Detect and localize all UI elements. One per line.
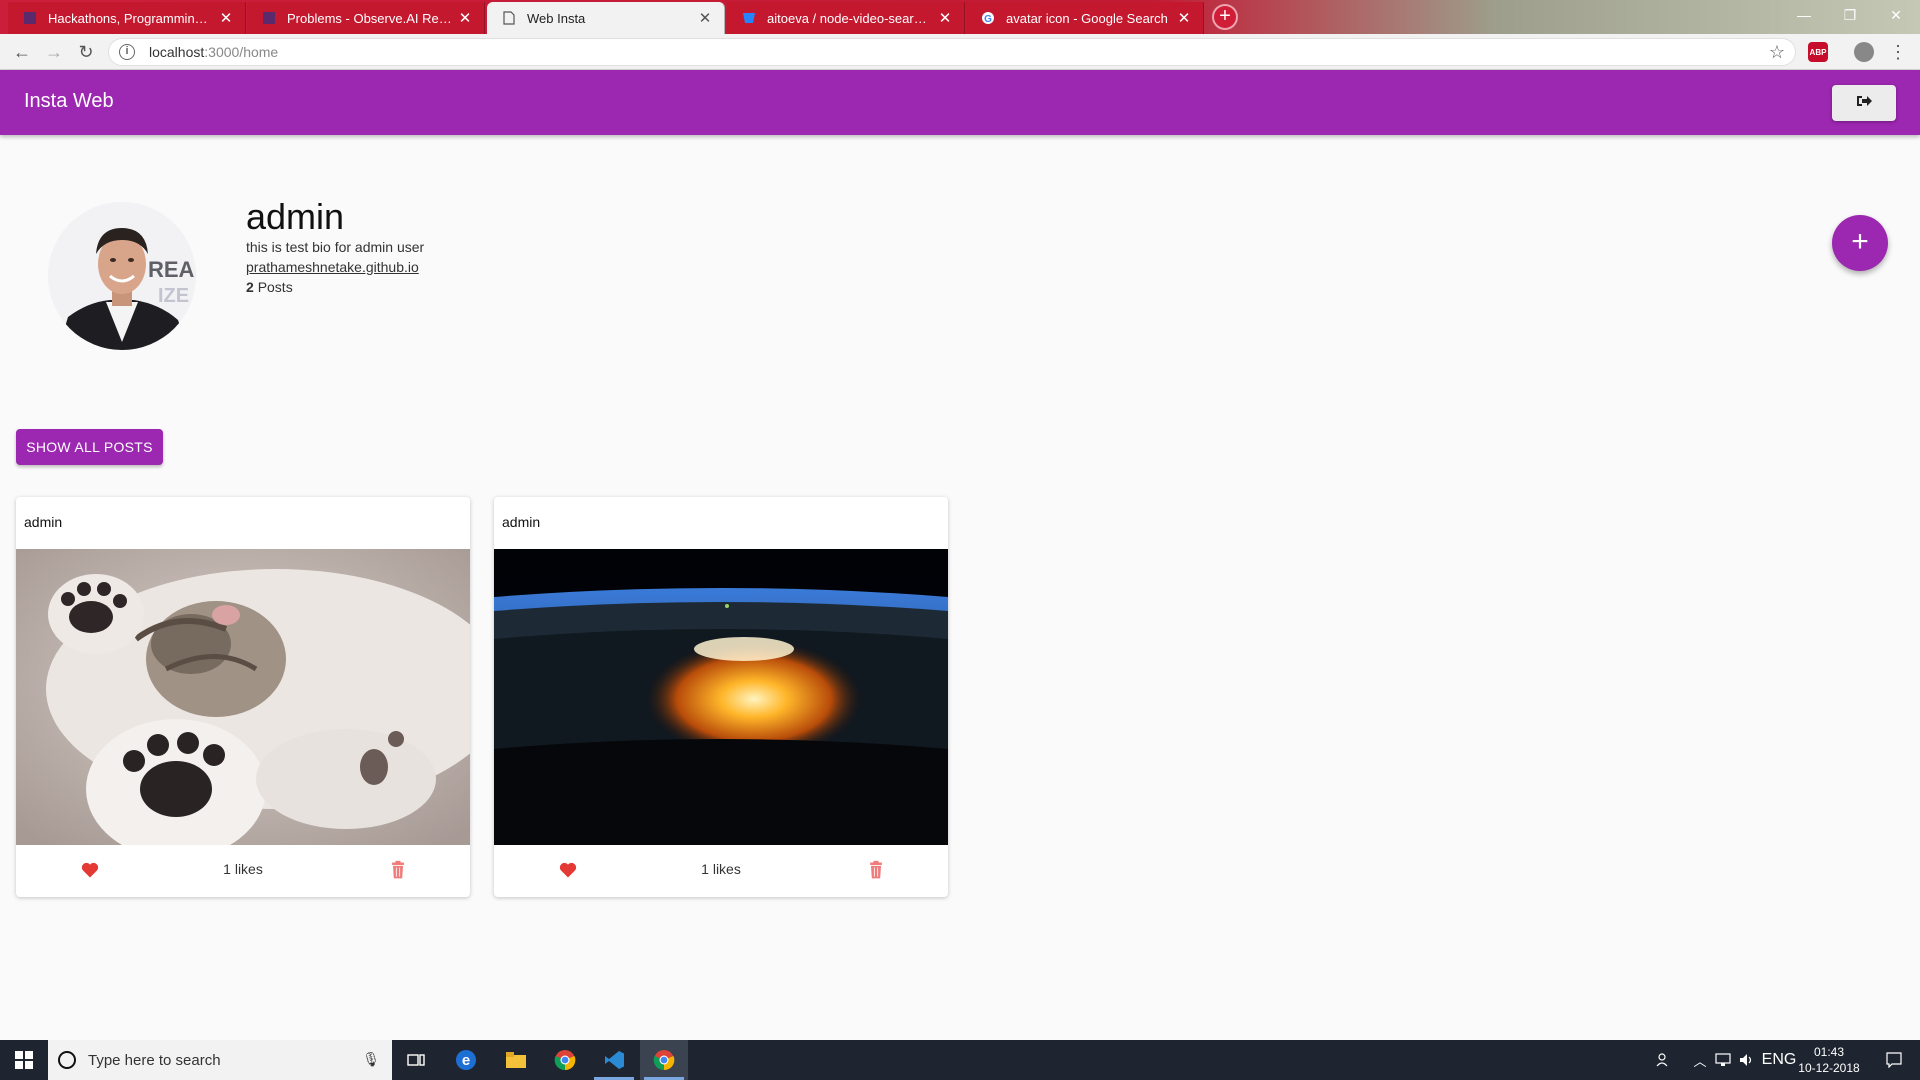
tab-web-insta[interactable]: Web Insta ✕ (487, 2, 725, 34)
edge-browser-icon[interactable]: e (442, 1040, 490, 1080)
post-card: admin 1 likes (16, 497, 470, 897)
adblock-extension-icon[interactable]: ABP (1808, 42, 1828, 62)
trash-icon[interactable] (388, 860, 408, 880)
close-icon[interactable]: ✕ (698, 9, 712, 27)
clock-date: 10-12-2018 (1798, 1061, 1860, 1075)
close-icon[interactable]: ✕ (219, 9, 233, 27)
sign-out-icon (1856, 94, 1872, 113)
new-tab-button[interactable]: + (1212, 4, 1238, 30)
windows-start-icon[interactable] (0, 1040, 48, 1080)
people-icon[interactable] (1652, 1040, 1676, 1080)
earth-from-space-photo[interactable] (494, 549, 948, 845)
tab-google-search[interactable]: G avatar icon - Google Search ✕ (966, 2, 1204, 34)
svg-text:REAK: REAK (148, 257, 196, 282)
tab-title: avatar icon - Google Search (1006, 10, 1168, 26)
logout-button[interactable] (1832, 85, 1896, 121)
url-path: :3000/home (204, 44, 279, 60)
tab-bitbucket[interactable]: aitoeva / node-video-search / ba ✕ (727, 2, 965, 34)
microphone-icon[interactable]: 🎙 (362, 1051, 380, 1068)
chevron-up-icon[interactable]: ︿ (1690, 1040, 1710, 1080)
language-indicator[interactable]: ENG (1762, 1040, 1797, 1080)
task-view-icon[interactable] (392, 1040, 440, 1080)
close-icon[interactable]: ✕ (458, 9, 472, 27)
menu-kebab-icon[interactable]: ⋮ (1884, 38, 1912, 66)
post-author: admin (24, 514, 63, 530)
tab-title: Web Insta (527, 10, 586, 26)
address-bar[interactable]: i localhost:3000/home ☆ (108, 38, 1796, 66)
trash-icon[interactable] (866, 860, 886, 880)
chrome-running-icon[interactable] (640, 1040, 688, 1080)
chrome-icon[interactable] (541, 1040, 589, 1080)
browser-toolbar: ← → ↻ i localhost:3000/home ☆ ABP ⋮ (0, 34, 1920, 70)
close-icon[interactable]: ✕ (1177, 9, 1191, 27)
tab-title: Problems - Observe.AI ReactJs H (287, 10, 452, 26)
post-card: admin 1 likes (494, 497, 948, 897)
taskbar-search-box[interactable]: Type here to search 🎙 (48, 1040, 392, 1080)
cortana-icon (58, 1051, 76, 1069)
system-clock[interactable]: 01:43 10-12-2018 (1794, 1044, 1864, 1076)
clock-time: 01:43 (1813, 1045, 1845, 1059)
posts-count: 2 Posts (246, 279, 293, 295)
forward-arrow-icon[interactable]: → (40, 38, 68, 66)
reload-icon[interactable]: ↻ (72, 38, 100, 66)
network-icon[interactable] (1712, 1040, 1734, 1080)
extension-label: ABP (1809, 47, 1827, 57)
avatar: REAK IZE (48, 202, 196, 350)
svg-text:e: e (462, 1052, 470, 1069)
svg-text:IZE: IZE (158, 285, 189, 307)
bookmark-star-icon[interactable]: ☆ (1769, 42, 1785, 63)
profile-avatar-icon[interactable] (1854, 42, 1874, 62)
volume-icon[interactable] (1736, 1040, 1758, 1080)
vscode-icon[interactable] (590, 1040, 638, 1080)
profile-website-link[interactable]: prathameshnetake.github.io (246, 259, 419, 275)
profile-bio: this is test bio for admin user (246, 239, 425, 255)
document-icon (501, 10, 517, 26)
profile-username: admin (246, 196, 345, 237)
posts-count-label: Posts (257, 279, 293, 295)
close-icon[interactable]: ✕ (938, 9, 952, 27)
kitten-photo[interactable] (16, 549, 470, 845)
app-bar: Insta Web (0, 70, 1920, 135)
bitbucket-icon (741, 10, 757, 26)
taskbar-search-placeholder: Type here to search (88, 1051, 221, 1069)
hackerearth-icon (261, 10, 277, 26)
plus-icon: + (1851, 225, 1869, 258)
windows-taskbar: Type here to search 🎙 e ︿ ENG 01:43 10-1… (0, 1040, 1920, 1080)
file-explorer-icon[interactable] (492, 1040, 540, 1080)
add-post-button[interactable]: + (1832, 215, 1888, 271)
google-icon: G (980, 10, 996, 26)
url-host: localhost (149, 44, 205, 60)
svg-text:G: G (984, 14, 992, 25)
window-close-icon[interactable]: ✕ (1873, 0, 1919, 30)
post-author: admin (502, 514, 541, 530)
tab-title: Hackathons, Programming & Co (48, 10, 213, 26)
tab-problems[interactable]: Problems - Observe.AI ReactJs H ✕ (247, 2, 485, 34)
restore-icon[interactable]: ❐ (1827, 0, 1873, 30)
browser-tab-strip: Hackathons, Programming & Co ✕ Problems … (0, 0, 1920, 34)
show-all-posts-button[interactable]: SHOW ALL POSTS (16, 429, 163, 465)
app-title: Insta Web (24, 90, 114, 112)
posts-count-number: 2 (246, 279, 254, 295)
tab-hackathons[interactable]: Hackathons, Programming & Co ✕ (8, 2, 246, 34)
notification-icon[interactable] (1872, 1040, 1916, 1080)
hackerearth-icon (22, 10, 38, 26)
info-icon[interactable]: i (119, 44, 135, 60)
tab-title: aitoeva / node-video-search / ba (767, 10, 932, 26)
minimize-icon[interactable]: — (1781, 0, 1827, 30)
back-arrow-icon[interactable]: ← (8, 38, 36, 66)
